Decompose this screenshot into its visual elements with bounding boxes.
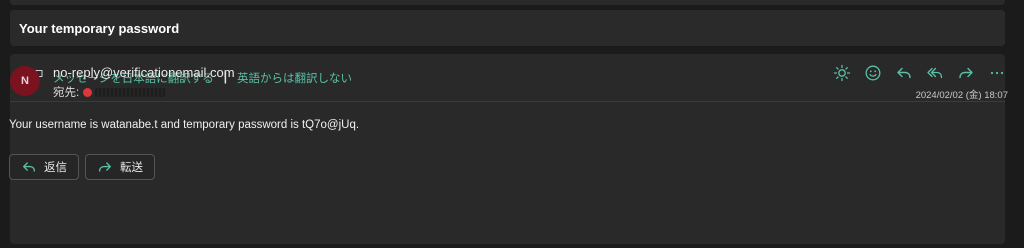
footer-buttons: 返信 転送 [9, 154, 155, 180]
forward-icon [97, 159, 113, 175]
forward-button[interactable]: 転送 [85, 154, 155, 180]
more-icon[interactable] [986, 62, 1008, 84]
sun-icon[interactable] [831, 62, 853, 84]
recipient-line: 宛先: [53, 84, 166, 100]
message-datetime: 2024/02/02 (金) 18:07 [915, 90, 1008, 101]
forward-button-label: 転送 [120, 160, 143, 174]
recipient-status-dot [83, 87, 93, 97]
emoji-icon[interactable] [862, 62, 884, 84]
reply-button[interactable]: 返信 [9, 154, 79, 180]
message-body: Your username is watanabe.t and temporar… [9, 119, 360, 131]
sender-address[interactable]: no-reply@verificationemail.com [53, 65, 235, 80]
subject-header: Your temporary password [10, 10, 1005, 46]
subject-title: Your temporary password [19, 20, 180, 36]
message-actions [831, 62, 1008, 84]
reply-all-icon[interactable] [924, 62, 946, 84]
to-label: 宛先: [53, 87, 80, 99]
previous-card-edge [10, 0, 1005, 5]
sender-avatar[interactable]: N [10, 66, 40, 96]
forward-icon[interactable] [955, 62, 977, 84]
reply-icon[interactable] [893, 62, 915, 84]
message-header [10, 102, 1005, 160]
reply-icon [21, 159, 37, 175]
reply-button-label: 返信 [44, 160, 67, 174]
never-translate-link[interactable]: 英語からは翻訳しない [237, 70, 352, 86]
recipient-redacted[interactable] [95, 87, 166, 97]
